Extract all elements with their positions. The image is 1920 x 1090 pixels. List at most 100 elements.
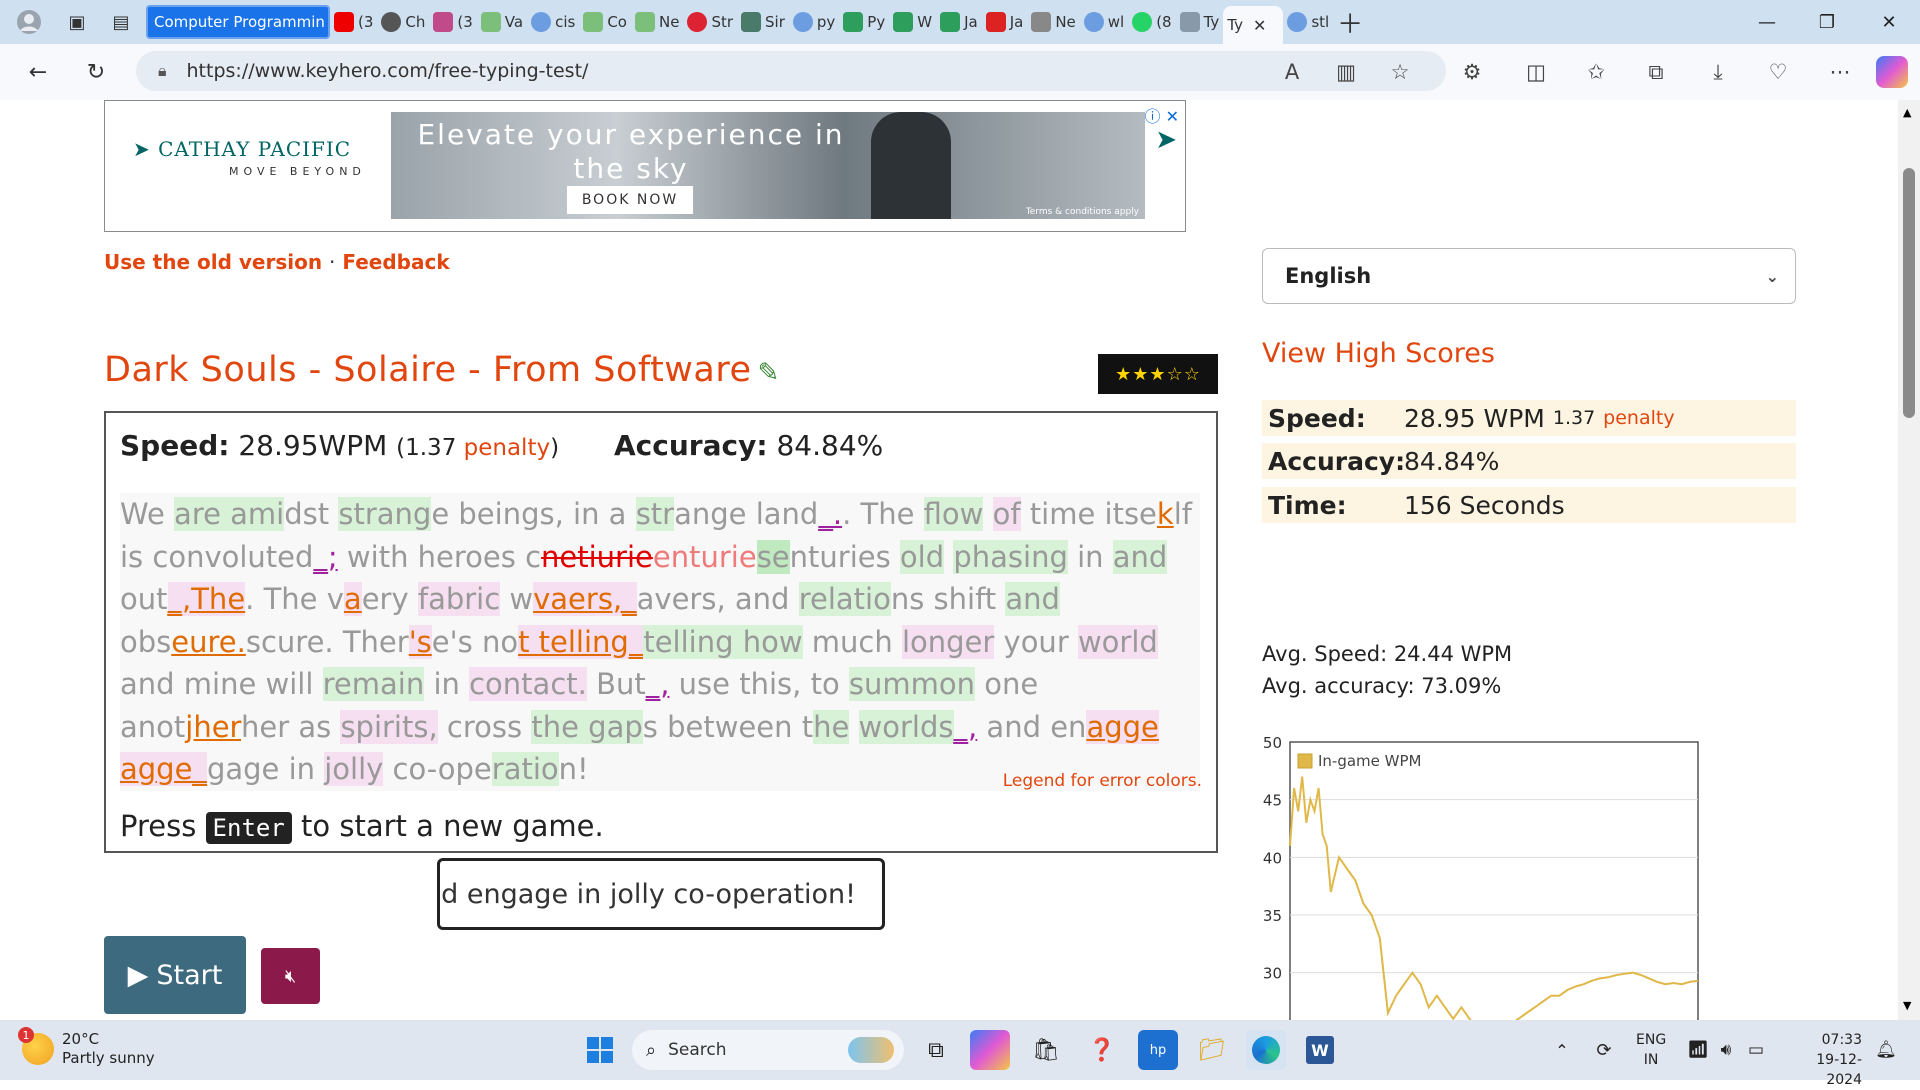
scroll-down-icon[interactable]: ▼	[1903, 999, 1911, 1012]
edit-pencil-icon[interactable]: ✎	[758, 358, 780, 388]
myhp-icon[interactable]: hp	[1138, 1030, 1178, 1070]
battery-icon[interactable]: ▭	[1736, 1030, 1776, 1070]
language-select[interactable]: English ⌄	[1262, 248, 1796, 304]
search-highlight-icon	[848, 1037, 894, 1063]
language-indicator[interactable]: ENG IN	[1636, 1030, 1666, 1070]
profile-icon[interactable]	[12, 5, 46, 39]
tab-chatgpt[interactable]: Ch	[377, 5, 429, 39]
word-icon[interactable]: W	[1300, 1030, 1340, 1070]
tab-str[interactable]: Str	[683, 5, 737, 39]
tab-cis[interactable]: cis	[527, 5, 579, 39]
clock[interactable]: 07:33 19-12-2024	[1782, 1030, 1862, 1090]
chart-y-tick-label: 30	[1263, 965, 1282, 983]
tab-whatsapp[interactable]: (8	[1128, 5, 1175, 39]
windows-taskbar: 1 20°C Partly sunny ⌕ Search ⧉ 🛍︎ ❓ hp 📁…	[0, 1020, 1920, 1088]
performance-icon[interactable]: ♡	[1762, 56, 1794, 88]
tab-computer-programming[interactable]: Computer Programmin	[146, 5, 330, 39]
address-bar[interactable]: 🔒︎ https://www.keyhero.com/free-typing-t…	[136, 51, 1446, 91]
tab-sir[interactable]: Sir	[737, 5, 789, 39]
separator: ·	[329, 250, 336, 274]
mute-button[interactable]: 🔇︎	[261, 948, 320, 1004]
old-version-link[interactable]: Use the old version	[104, 250, 322, 274]
feedback-link[interactable]: Feedback	[342, 250, 449, 274]
tab-label: Computer Programmin	[154, 13, 325, 31]
tab-ja-2[interactable]: Ja	[982, 5, 1028, 39]
logo-mark-icon: ➤	[133, 137, 151, 161]
more-options-icon[interactable]: ⋯	[1824, 56, 1856, 88]
tab-actions-icon[interactable]: ▤	[104, 5, 138, 39]
chart-y-tick-label: 40	[1263, 849, 1282, 867]
downloads-icon[interactable]: ⤓	[1702, 56, 1734, 88]
tab-ja[interactable]: Ja	[936, 5, 982, 39]
view-high-scores-link[interactable]: View High Scores	[1262, 338, 1495, 369]
ad-info-close-icon[interactable]: ⓘ ✕	[1145, 103, 1180, 127]
notification-bell-icon[interactable]: 🔔︎	[1866, 1030, 1906, 1070]
close-window-icon[interactable]: ✕	[1858, 0, 1920, 44]
legend-error-colors-link[interactable]: Legend for error colors.	[1003, 771, 1202, 791]
tab-ty[interactable]: Ty	[1176, 5, 1224, 39]
start-menu-icon[interactable]	[580, 1030, 620, 1070]
tab-py[interactable]: Py	[839, 5, 889, 39]
accuracy-label: Accuracy:	[614, 429, 768, 462]
tab-video[interactable]: (3	[429, 5, 476, 39]
page-content: ➤ CATHAY PACIFIC MOVE BEYOND Elevate you…	[0, 100, 1898, 1020]
store-icon[interactable]: 🛍︎	[1026, 1030, 1066, 1070]
new-tab-icon[interactable]: ＋	[1333, 5, 1367, 40]
typed-text-review: We are amidst strange beings, in a stran…	[120, 493, 1200, 791]
typing-input[interactable]: ind engage in jolly co-operation!	[437, 858, 885, 930]
weather-temp: 20°C	[62, 1030, 100, 1048]
tab-wl[interactable]: wl	[1080, 5, 1128, 39]
copilot-app-icon[interactable]	[970, 1030, 1010, 1070]
stat-accuracy-value: 84.84%	[1404, 446, 1500, 476]
ad-tagline: MOVE BEYOND	[229, 165, 366, 178]
favorites-icon[interactable]: ✩	[1580, 56, 1612, 88]
file-explorer-icon[interactable]: 📁︎	[1192, 1030, 1232, 1070]
tab-ne-2[interactable]: Ne	[1027, 5, 1079, 39]
task-view-icon[interactable]: ⧉	[916, 1030, 956, 1070]
tab-stl[interactable]: stl	[1283, 5, 1333, 39]
lock-icon[interactable]: 🔒︎	[158, 61, 167, 81]
tab-label: cis	[555, 13, 576, 31]
tips-icon[interactable]: ❓	[1082, 1030, 1122, 1070]
tab-label: Ch	[405, 13, 426, 31]
close-tab-icon[interactable]: ✕	[1253, 16, 1266, 35]
refresh-icon[interactable]: ↻	[76, 52, 116, 92]
split-screen-icon[interactable]: ◫	[1520, 56, 1552, 88]
tab-active-keyhero[interactable]: Ty ✕	[1223, 6, 1284, 44]
minimize-icon[interactable]: —	[1736, 0, 1798, 44]
scroll-up-icon[interactable]: ▲	[1903, 106, 1911, 119]
page-scrollbar[interactable]: ▲ ▼	[1898, 100, 1920, 1020]
scrollbar-thumb[interactable]	[1903, 168, 1915, 418]
tab-va[interactable]: Va	[477, 5, 527, 39]
advertisement-banner[interactable]: ➤ CATHAY PACIFIC MOVE BEYOND Elevate you…	[104, 100, 1186, 232]
immersive-reader-icon[interactable]: ▥	[1330, 56, 1362, 88]
read-aloud-icon[interactable]: A	[1276, 56, 1308, 88]
weather-widget[interactable]: 1 20°C Partly sunny	[18, 1027, 155, 1068]
tab-label: (3	[457, 13, 473, 31]
tab-ne[interactable]: Ne	[631, 5, 683, 39]
favorite-star-icon[interactable]: ☆	[1384, 56, 1416, 88]
workspaces-icon[interactable]: ▣	[60, 5, 94, 39]
ad-fineprint: Terms & conditions apply	[1025, 207, 1139, 217]
collections-icon[interactable]: ⧉	[1640, 56, 1672, 88]
extensions-icon[interactable]: ⚙	[1456, 56, 1488, 88]
sync-icon[interactable]: ⟳	[1584, 1030, 1624, 1070]
rating-stars[interactable]: ★★★☆☆	[1098, 354, 1218, 394]
restore-icon[interactable]: ❐	[1796, 0, 1858, 44]
w3-icon	[893, 12, 914, 32]
address-toolbar: ← ↻ 🔒︎ https://www.keyhero.com/free-typi…	[0, 44, 1920, 100]
start-button[interactable]: ▶ Start	[104, 936, 246, 1014]
chart-y-tick-label: 35	[1263, 907, 1282, 925]
tab-youtube[interactable]: (3	[330, 5, 377, 39]
tab-w[interactable]: W	[889, 5, 936, 39]
show-hidden-icons[interactable]: ⌃	[1542, 1030, 1582, 1070]
tab-label: Str	[711, 13, 734, 31]
tab-co[interactable]: Co	[579, 5, 631, 39]
back-icon[interactable]: ←	[18, 52, 58, 92]
tab-label: (8	[1156, 13, 1172, 31]
edge-browser-icon[interactable]	[1246, 1030, 1286, 1070]
tab-py-search[interactable]: py	[789, 5, 839, 39]
taskbar-search[interactable]: ⌕ Search	[632, 1030, 904, 1070]
ad-book-now-button[interactable]: BOOK NOW	[567, 186, 693, 214]
copilot-icon[interactable]	[1876, 56, 1908, 88]
